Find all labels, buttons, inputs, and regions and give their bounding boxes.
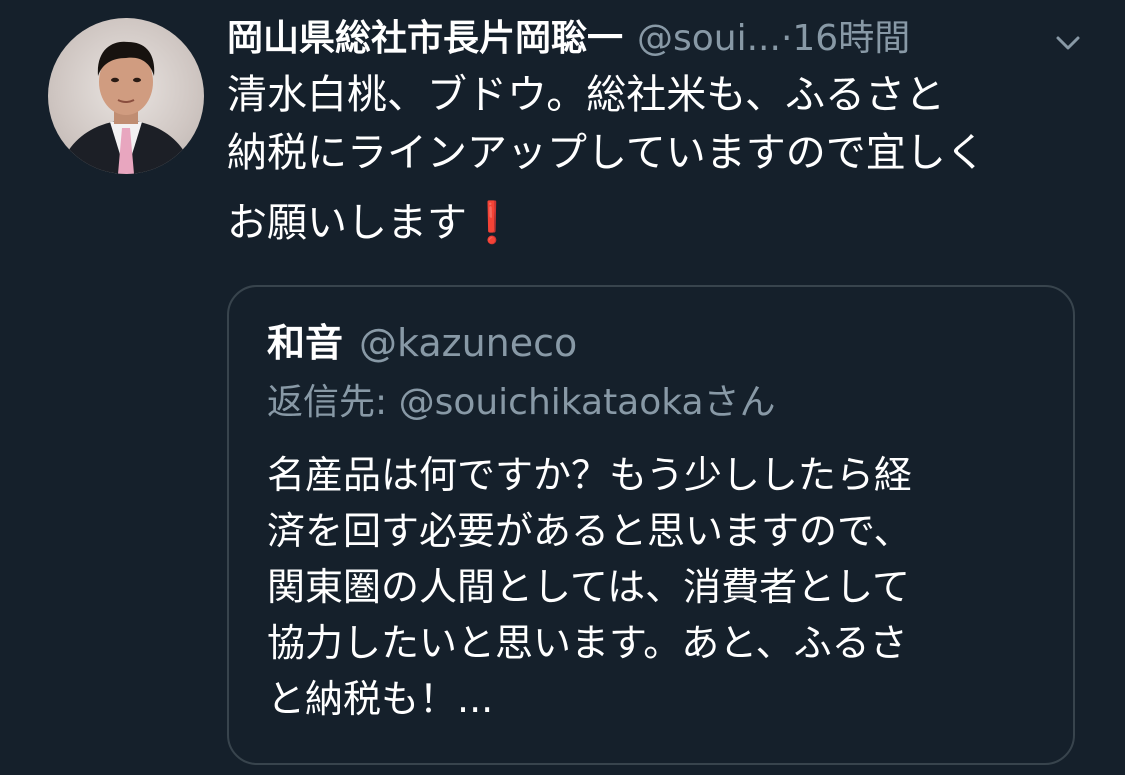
avatar[interactable] [48,18,204,174]
author-display-name[interactable]: 岡山県総社市長片岡聡一 [227,18,623,59]
tweet-header: 岡山県総社市長片岡聡一 @soui...·16時間 [227,14,1087,64]
quoted-text-line: 協力したいと思います。あと、ふるさ [267,621,908,665]
quoted-tweet-text: 名産品は何ですか？もう少ししたら経 済を回す必要があると思いますので、 関東圏の… [267,447,1057,727]
avatar-photo [58,41,194,174]
quoted-tweet[interactable]: 和音 @kazuneco 返信先: @souichikataokaさん 名産品は何… [227,285,1075,765]
reply-to-user[interactable]: @souichikataokaさん [399,382,776,423]
quoted-text-line: と納税も！... [267,677,494,721]
reply-context: 返信先: @souichikataokaさん [267,377,776,429]
tweet-text-line: 納税にラインアップしていますので宜しく [227,130,986,176]
exclamation-emoji: ❗ [467,200,517,246]
quoted-text-line: 名産品は何ですか？もう少ししたら経 [267,453,912,497]
tweet-timestamp[interactable]: 16時間 [792,18,910,59]
tweet-text-line: お願いします❗ [227,194,1097,252]
tweet-text: 清水白桃、ブドウ。総社米も、ふるさと 納税にラインアップしていますので宜しく お… [227,66,1097,252]
chevron-down-icon[interactable] [1048,24,1088,64]
tweet-text-line: 清水白桃、ブドウ。総社米も、ふるさと [227,72,945,118]
separator-dot: · [780,18,793,59]
tweet-text-last: お願いします [227,200,467,246]
quoted-author-handle: @kazuneco [359,321,578,365]
quoted-tweet-header: 和音 @kazuneco [267,317,577,369]
tweet[interactable]: 岡山県総社市長片岡聡一 @soui...·16時間 清水白桃、ブドウ。総社米も、ふ… [0,0,1125,775]
quoted-text-line: 関東圏の人間としては、消費者として [267,565,910,609]
author-handle[interactable]: @soui... [637,18,781,59]
quoted-author-name: 和音 [267,321,344,365]
quoted-text-line: 済を回す必要があると思いますので、 [267,509,912,553]
reply-to-label: 返信先: [267,382,399,423]
